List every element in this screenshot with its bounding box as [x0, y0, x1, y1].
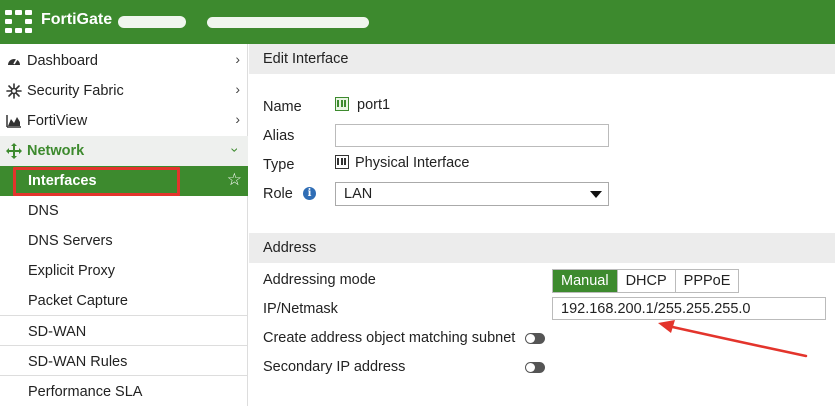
- sidebar-item-dns[interactable]: DNS: [0, 196, 248, 226]
- sidebar-item-security-fabric[interactable]: Security Fabric ›: [0, 76, 248, 106]
- alias-input[interactable]: [335, 124, 609, 147]
- sidebar-item-sd-wan[interactable]: SD-WAN: [0, 317, 248, 347]
- security-fabric-icon: [6, 83, 22, 99]
- addressing-mode-manual[interactable]: Manual: [553, 270, 618, 292]
- secondary-ip-label: Secondary IP address: [263, 359, 406, 375]
- chevron-right-icon: ›: [235, 111, 240, 127]
- sidebar-divider: [0, 375, 248, 376]
- chevron-right-icon: ›: [235, 51, 240, 67]
- sidebar: Dashboard › Security Fabric › FortiView …: [0, 44, 248, 406]
- secondary-ip-toggle[interactable]: [525, 362, 545, 373]
- sidebar-item-sd-wan-rules[interactable]: SD-WAN Rules: [0, 347, 248, 377]
- chevron-right-icon: ›: [235, 81, 240, 97]
- create-address-object-label: Create address object matching subnet: [263, 330, 516, 346]
- info-icon[interactable]: i: [303, 187, 316, 200]
- addressing-mode-toggle: Manual DHCP PPPoE: [552, 269, 740, 293]
- network-move-icon: [6, 143, 22, 159]
- alias-label: Alias: [263, 128, 295, 144]
- top-bar: FortiGate: [0, 0, 835, 44]
- sidebar-divider: [0, 345, 248, 346]
- address-section-header: Address: [249, 233, 835, 263]
- chart-icon: [6, 113, 22, 129]
- sidebar-item-network[interactable]: Network ›: [0, 136, 248, 166]
- star-icon[interactable]: ☆: [227, 170, 242, 190]
- role-select[interactable]: LAN: [335, 182, 609, 206]
- dropdown-caret-icon: [590, 191, 602, 198]
- sidebar-item-dashboard[interactable]: Dashboard ›: [0, 46, 248, 76]
- sidebar-item-packet-capture[interactable]: Packet Capture: [0, 286, 248, 316]
- page-title: Edit Interface: [263, 51, 349, 67]
- brand-title: FortiGate: [41, 11, 113, 28]
- addressing-mode-label: Addressing mode: [263, 272, 376, 288]
- ip-netmask-input[interactable]: [552, 297, 826, 320]
- sidebar-item-explicit-proxy[interactable]: Explicit Proxy: [0, 256, 248, 286]
- chevron-down-icon: ›: [227, 147, 244, 153]
- redaction-scribble: [207, 17, 369, 28]
- interface-type: Physical Interface: [355, 155, 470, 171]
- sidebar-item-performance-sla[interactable]: Performance SLA: [0, 377, 248, 406]
- interface-name: port1: [357, 97, 391, 113]
- sidebar-divider: [0, 315, 248, 316]
- fortinet-logo-icon: [5, 10, 33, 34]
- addressing-mode-dhcp[interactable]: DHCP: [617, 270, 676, 292]
- page-title-bar: Edit Interface: [249, 44, 835, 74]
- redaction-scribble: [118, 16, 186, 28]
- port-icon: [335, 97, 349, 111]
- addressing-mode-pppoe[interactable]: PPPoE: [675, 270, 739, 292]
- sidebar-item-dns-servers[interactable]: DNS Servers: [0, 226, 248, 256]
- highlight-box: [13, 167, 180, 196]
- physical-interface-icon: [335, 155, 349, 169]
- role-label: Role: [263, 186, 293, 202]
- main-panel: Edit Interface Name port1 Alias Type Phy…: [249, 44, 835, 406]
- ip-netmask-label: IP/Netmask: [263, 301, 338, 317]
- name-label: Name: [263, 99, 302, 115]
- type-label: Type: [263, 157, 295, 173]
- create-address-object-toggle[interactable]: [525, 333, 545, 344]
- dashboard-icon: [6, 53, 22, 69]
- sidebar-item-fortiview[interactable]: FortiView ›: [0, 106, 248, 136]
